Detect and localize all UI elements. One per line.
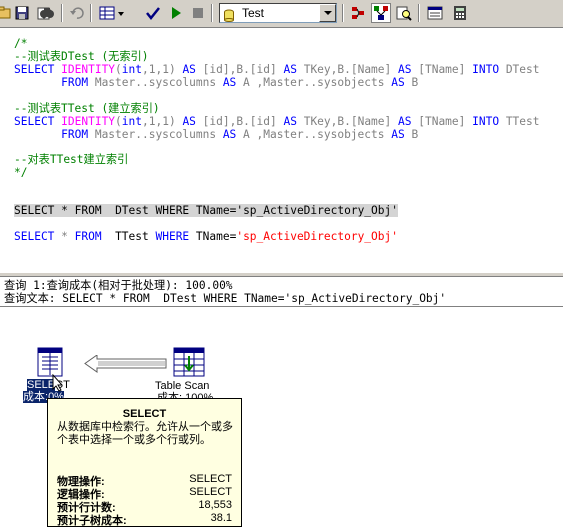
- operator-tooltip: SELECT 从数据库中检索行。允许从一个或多个表中选择一个或多个行或列。 物理…: [47, 398, 242, 527]
- stop-icon[interactable]: [188, 3, 208, 23]
- mouse-cursor-icon: [52, 373, 64, 396]
- query-text: 查询文本: SELECT * FROM DTest WHERE TName='s…: [4, 292, 447, 305]
- table-scan-node-icon[interactable]: [172, 347, 206, 377]
- query-line[interactable]: SELECT * FROM TTest WHERE TName='sp_Acti…: [14, 230, 398, 243]
- analyze-icon[interactable]: [394, 3, 414, 23]
- data-flow-arrow: [83, 354, 168, 377]
- database-icon: [224, 7, 234, 22]
- code-line: SELECT IDENTITY(int,1,1) AS [id],B.[id] …: [14, 115, 540, 128]
- toolbar-separator: [211, 4, 213, 22]
- sql-editor[interactable]: /* --测试表DTest (无索引) SELECT IDENTITY(int,…: [0, 28, 563, 272]
- tooltip-description: 从数据库中检索行。允许从一个或多个表中选择一个或多个行或列。: [57, 421, 233, 446]
- divider: [0, 306, 563, 307]
- code-line: --测试表DTest (无索引): [14, 50, 149, 63]
- code-line: FROM Master..syscolumns AS A ,Master..sy…: [14, 76, 419, 89]
- results-grid-icon[interactable]: [98, 3, 128, 23]
- code-line: */: [14, 166, 28, 179]
- code-line: --测试表TTest (建立索引): [14, 102, 160, 115]
- object-browser-icon[interactable]: [348, 3, 368, 23]
- toolbar-separator: [61, 4, 63, 22]
- properties-icon[interactable]: [425, 3, 445, 23]
- undo-icon[interactable]: [67, 3, 87, 23]
- tooltip-row: 逻辑操作: SELECT: [57, 486, 232, 501]
- toolbar-separator: [342, 4, 344, 22]
- check-icon[interactable]: [143, 3, 163, 23]
- code-line: FROM Master..syscolumns AS A ,Master..sy…: [14, 128, 419, 141]
- tooltip-row: 预计行计数: 18,553: [57, 499, 232, 514]
- table-scan-node-label[interactable]: Table Scan: [155, 380, 209, 392]
- database-name: Test: [242, 6, 265, 20]
- save-icon[interactable]: [12, 3, 32, 23]
- find-icon[interactable]: [37, 3, 57, 23]
- query-cost-text: 查询 1:查询成本(相对于批处理): 100.00%: [4, 279, 233, 292]
- code-line: /*: [14, 37, 28, 50]
- tooltip-row: 预计子树成本: 38.1: [57, 512, 232, 527]
- run-icon[interactable]: [166, 3, 186, 23]
- execution-plan-pane: 查询 1:查询成本(相对于批处理): 100.00% 查询文本: SELECT …: [0, 277, 563, 530]
- code-line: --对表TTest建立索引: [14, 153, 129, 166]
- toolbar-separator: [90, 4, 92, 22]
- toolbar-separator: [418, 4, 420, 22]
- show-plan-icon[interactable]: [371, 3, 391, 23]
- selected-query-line[interactable]: SELECT * FROM DTest WHERE TName='sp_Acti…: [14, 204, 398, 217]
- chevron-down-icon[interactable]: [319, 4, 336, 22]
- tooltip-row: 物理操作: SELECT: [57, 473, 232, 488]
- database-select[interactable]: Test: [219, 3, 337, 23]
- calculator-icon[interactable]: [450, 3, 470, 23]
- code-line: SELECT IDENTITY(int,1,1) AS [id],B.[id] …: [14, 63, 540, 76]
- tooltip-title: SELECT: [122, 408, 167, 420]
- select-node-icon[interactable]: [34, 347, 68, 377]
- toolbar: Test: [0, 0, 563, 28]
